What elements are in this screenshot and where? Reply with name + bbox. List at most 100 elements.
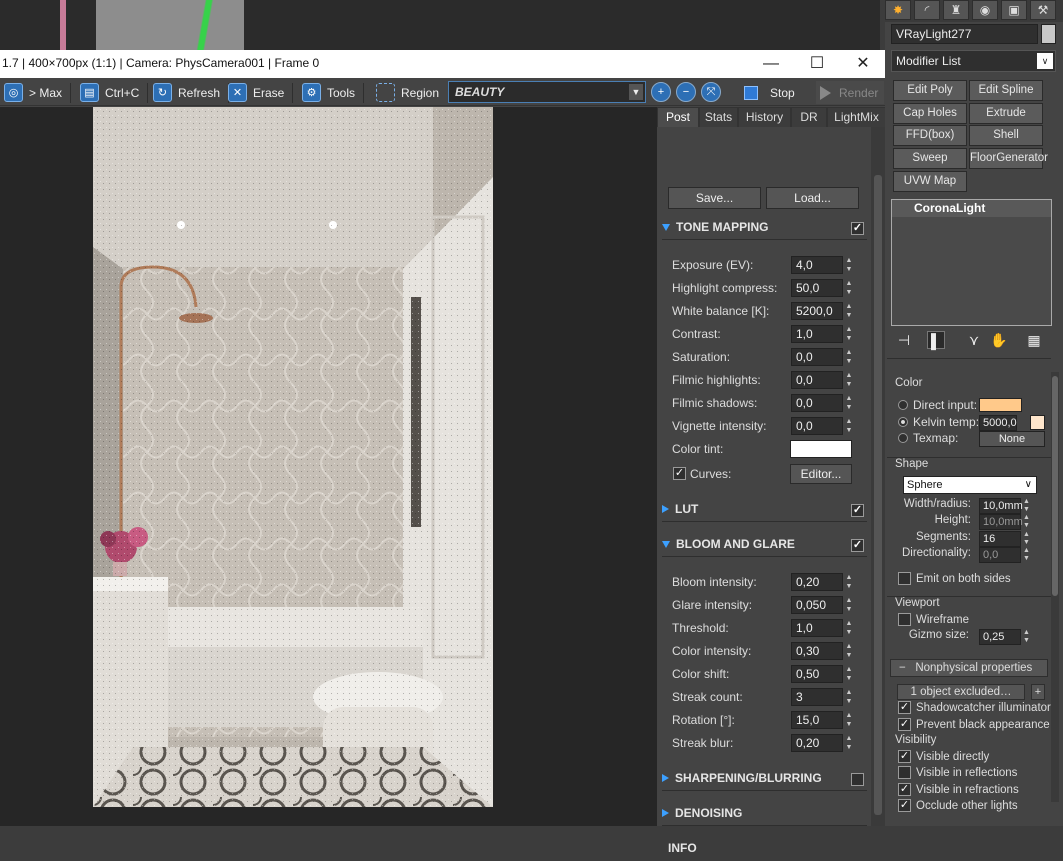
plus-icon[interactable]: +	[1031, 684, 1045, 700]
spinner-icon[interactable]: ▲ ▼	[844, 619, 854, 637]
sharpening-checkbox[interactable]	[851, 773, 864, 786]
info-header[interactable]: INFO	[662, 841, 867, 861]
spinner-icon[interactable]: ▲ ▼	[844, 348, 854, 366]
spinner-icon[interactable]: ▲ ▼	[844, 325, 854, 343]
spinner-icon[interactable]: ▲ ▼	[844, 417, 854, 435]
object-color-swatch[interactable]	[1041, 24, 1056, 44]
tab-lightmix[interactable]: LightMix	[828, 108, 885, 127]
occlude-checkbox[interactable]: ✓	[898, 799, 911, 812]
make-unique-icon[interactable]: ⋎	[965, 331, 983, 349]
curves-checkbox[interactable]: ✓	[673, 467, 686, 480]
bloom-param-input[interactable]: 15,0	[791, 711, 843, 729]
tone-param-input[interactable]: 0,0	[791, 371, 843, 389]
modifier-button[interactable]: UVW Map	[893, 171, 967, 192]
motion-tab-icon[interactable]: ◉	[972, 0, 998, 20]
modifier-button[interactable]: Edit Spline	[969, 80, 1043, 101]
spinner-icon[interactable]: ▲ ▼	[844, 256, 854, 274]
spinner-icon[interactable]: ▲ ▼	[844, 371, 854, 389]
spinner-icon[interactable]: ▲ ▼	[844, 734, 854, 752]
show-end-result-icon[interactable]: ▌	[927, 331, 945, 349]
tone-param-input[interactable]: 50,0	[791, 279, 843, 297]
tab-post[interactable]: Post	[658, 108, 698, 127]
pin-stack-icon[interactable]: ⊣	[895, 331, 913, 349]
modifier-button[interactable]: Extrude	[969, 103, 1043, 124]
hierarchy-tab-icon[interactable]: ♜	[943, 0, 969, 20]
copy-button[interactable]: ▤ Ctrl+C	[80, 81, 149, 104]
spinner-icon[interactable]: ▲ ▼	[844, 642, 854, 660]
bloom-param-input[interactable]: 0,20	[791, 734, 843, 752]
utilities-tab-icon[interactable]: ⚒	[1030, 0, 1056, 20]
texmap-radio[interactable]	[898, 433, 908, 443]
visible-reflections-checkbox[interactable]	[898, 766, 911, 779]
modifier-button[interactable]: Edit Poly	[893, 80, 967, 101]
spinner-icon[interactable]: ▲ ▼	[844, 596, 854, 614]
texmap-button[interactable]: None	[979, 431, 1045, 447]
region-button[interactable]: Region	[376, 81, 439, 104]
zoom-out-icon[interactable]: −	[676, 82, 696, 102]
configure-sets-icon[interactable]: ▦	[1025, 331, 1043, 349]
tone-param-input[interactable]: 0,0	[791, 417, 843, 435]
zoom-in-icon[interactable]: +	[651, 82, 671, 102]
stack-item[interactable]: CoronaLight	[892, 200, 1051, 217]
editor-button[interactable]: Editor...	[790, 464, 852, 484]
exclude-button[interactable]: 1 object excluded…	[897, 684, 1025, 700]
bloom-param-input[interactable]: 3	[791, 688, 843, 706]
close-button[interactable]: ✕	[840, 50, 886, 78]
to-max-button[interactable]: ◎ > Max	[4, 81, 72, 104]
prevent-black-checkbox[interactable]: ✓	[898, 718, 911, 731]
scrollbar-thumb[interactable]	[1052, 376, 1058, 596]
wireframe-checkbox[interactable]	[898, 613, 911, 626]
lut-header[interactable]: LUT ✓	[662, 502, 867, 522]
denoising-header[interactable]: DENOISING	[662, 806, 867, 826]
modifier-button[interactable]: FloorGenerator	[969, 148, 1048, 169]
spinner-icon[interactable]: ▲ ▼	[844, 573, 854, 591]
tone-param-input[interactable]: 0,0	[791, 348, 843, 366]
direct-input-swatch[interactable]	[979, 398, 1022, 412]
visible-refractions-checkbox[interactable]: ✓	[898, 783, 911, 796]
bloom-header[interactable]: BLOOM AND GLARE ✓	[662, 537, 867, 557]
tone-param-input[interactable]: 5200,0	[791, 302, 843, 320]
segments-input[interactable]: 16	[979, 531, 1021, 547]
remove-modifier-icon[interactable]: ✋	[990, 331, 1008, 349]
modifier-button[interactable]: Sweep	[893, 148, 967, 169]
scrollbar-thumb[interactable]	[874, 175, 882, 815]
tone-param-input[interactable]: 1,0	[791, 325, 843, 343]
direct-input-radio[interactable]	[898, 400, 908, 410]
spinner-icon[interactable]: ▲ ▼	[844, 394, 854, 412]
refresh-button[interactable]: ↻ Refresh	[153, 81, 230, 104]
object-name-field[interactable]: VRayLight277	[891, 24, 1038, 44]
lut-checkbox[interactable]: ✓	[851, 504, 864, 517]
shape-dropdown[interactable]: Sphere ∨	[903, 476, 1037, 494]
panel-scrollbar[interactable]	[871, 127, 885, 826]
spinner-icon[interactable]: ▲ ▼	[844, 711, 854, 729]
modifier-button[interactable]: FFD(box)	[893, 125, 967, 146]
save-button[interactable]: Save...	[668, 187, 761, 209]
tone-param-input[interactable]: 4,0	[791, 256, 843, 274]
modifier-button[interactable]: Shell	[969, 125, 1043, 146]
erase-button[interactable]: ✕ Erase	[228, 81, 294, 104]
emit-both-checkbox[interactable]	[898, 572, 911, 585]
stop-button[interactable]: Stop	[740, 81, 806, 104]
zoom-fit-icon[interactable]: ⤧	[701, 82, 721, 102]
bloom-param-input[interactable]: 1,0	[791, 619, 843, 637]
kelvin-radio[interactable]	[898, 417, 908, 427]
visible-directly-checkbox[interactable]: ✓	[898, 750, 911, 763]
modifier-list-dropdown[interactable]: Modifier List ∨	[891, 50, 1056, 72]
tab-history[interactable]: History	[739, 108, 790, 127]
spinner-icon[interactable]: ▲ ▼	[844, 279, 854, 297]
tone-param-input[interactable]: 0,0	[791, 394, 843, 412]
spinner-icon[interactable]: ▲ ▼	[844, 688, 854, 706]
tab-dr[interactable]: DR	[792, 108, 826, 127]
nonphysical-rollout[interactable]: − Nonphysical properties	[890, 659, 1048, 677]
spinner-icon[interactable]: ▲ ▼	[844, 665, 854, 683]
modify-tab-icon[interactable]: ◜	[914, 0, 940, 20]
spinner-icon[interactable]: ▲ ▼	[1023, 514, 1030, 530]
sharpening-header[interactable]: SHARPENING/BLURRING	[662, 771, 867, 791]
tone-mapping-checkbox[interactable]: ✓	[851, 222, 864, 235]
kelvin-input[interactable]: 5000,0	[979, 415, 1017, 431]
bloom-param-input[interactable]: 0,050	[791, 596, 843, 614]
minimize-button[interactable]: —	[748, 50, 794, 78]
gizmo-size-input[interactable]: 0,25	[979, 629, 1021, 645]
channel-select[interactable]: BEAUTY ▼	[448, 81, 646, 103]
color-tint-swatch[interactable]	[790, 440, 852, 458]
